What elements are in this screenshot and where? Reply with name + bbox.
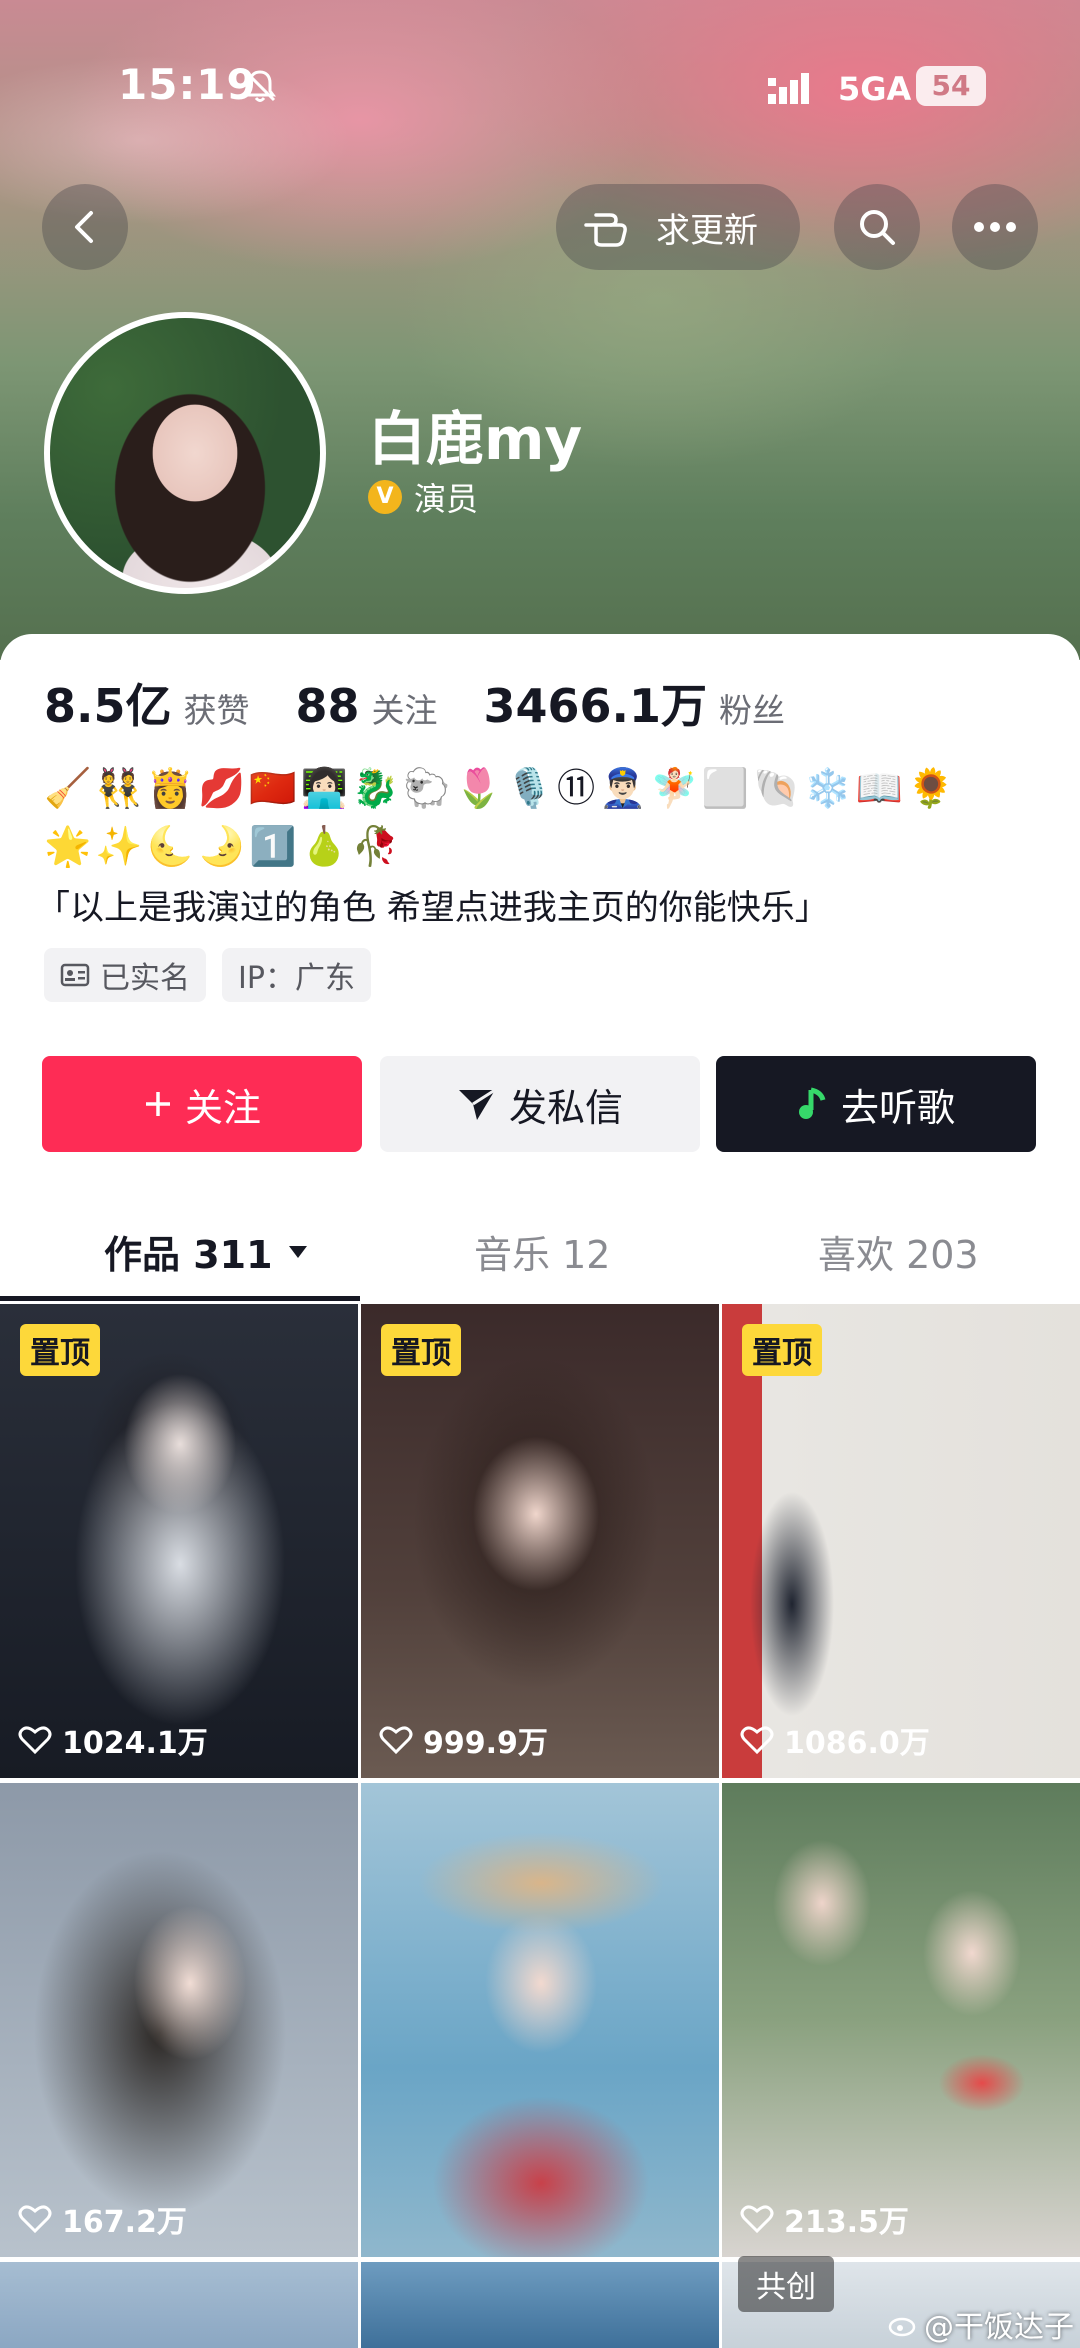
tab-works[interactable]: 作品 311	[104, 1224, 309, 1279]
listen-music-button[interactable]: 去听歌	[716, 1056, 1036, 1152]
message-button[interactable]: 发私信	[380, 1056, 700, 1152]
like-count: 1086.0万	[740, 1718, 930, 1762]
search-icon	[860, 210, 895, 245]
heart-icon	[18, 1726, 52, 1755]
tag-label: IP：广东	[238, 961, 355, 996]
video-tile[interactable]	[361, 1783, 719, 2257]
caret-down-icon	[288, 1245, 307, 1258]
stat-following[interactable]: 88 关注	[296, 679, 438, 733]
signal-icon	[768, 73, 809, 104]
like-count-value: 999.9万	[423, 1726, 548, 1761]
request-update-label: 求更新	[656, 210, 758, 251]
more-button[interactable]	[952, 184, 1038, 270]
bio-emoji-line: 🧹👯👸💋🇨🇳👩🏻‍💻🐉🐑🌷🎙️⑪👮🏻‍♂️🧚🏻⬜🐚❄️📖🌻	[44, 766, 959, 810]
music-note-icon	[798, 1087, 826, 1119]
like-count-value: 1024.1万	[62, 1726, 208, 1761]
verification-label: 演员	[414, 480, 479, 518]
active-tab-indicator	[0, 1296, 360, 1301]
chevron-left-icon	[75, 211, 93, 243]
heart-icon	[740, 2205, 774, 2234]
stat-likes[interactable]: 8.5亿 获赞	[44, 670, 250, 736]
stats-row: 8.5亿 获赞 88 关注 3466.1万 粉丝	[44, 670, 831, 736]
video-tile[interactable]: 置顶 1024.1万	[0, 1304, 358, 1778]
message-label: 发私信	[508, 1085, 623, 1130]
video-tile[interactable]: 167.2万	[0, 1783, 358, 2257]
tag-label: 已实名	[100, 961, 190, 996]
battery-indicator: 54	[916, 66, 986, 106]
bell-muted-icon	[244, 70, 276, 102]
weibo-logo-icon	[888, 2317, 916, 2337]
watermark-text: @干饭达子	[924, 2310, 1074, 2345]
verification-row: V 演员	[368, 474, 478, 520]
heart-icon	[740, 1726, 774, 1755]
listen-label: 去听歌	[840, 1085, 955, 1130]
tab-label: 作品 311	[104, 1233, 273, 1277]
like-count: 167.2万	[18, 2197, 187, 2241]
video-tile[interactable]	[0, 2262, 358, 2348]
profile-tags: 已实名 IP：广东	[44, 948, 371, 1002]
status-time: 15:19	[118, 60, 257, 109]
avatar[interactable]	[44, 312, 326, 594]
request-update-button[interactable]: 求更新	[556, 184, 800, 270]
watermark: @干饭达子	[888, 2302, 1074, 2346]
pinned-badge: 置顶	[742, 1324, 822, 1376]
search-button[interactable]	[834, 184, 920, 270]
back-button[interactable]	[42, 184, 128, 270]
stat-value: 8.5亿	[44, 679, 172, 733]
display-name: 白鹿my	[368, 405, 583, 473]
like-count-value: 213.5万	[784, 2205, 909, 2240]
hand-point-icon	[584, 213, 627, 247]
heart-icon	[379, 1726, 413, 1755]
send-icon	[458, 1088, 496, 1120]
like-count: 1024.1万	[18, 1718, 208, 1762]
stat-value: 88	[295, 679, 360, 733]
stat-label: 关注	[371, 691, 438, 730]
tab-music[interactable]: 音乐 12	[474, 1224, 610, 1279]
stat-value: 3466.1万	[483, 679, 708, 733]
like-count-value: 1086.0万	[784, 1726, 930, 1761]
follow-button[interactable]: 关注	[42, 1056, 362, 1152]
video-tile[interactable]: 置顶 999.9万	[361, 1304, 719, 1778]
bio-text: 「以上是我演过的角色 希望点进我主页的你能快乐」	[36, 888, 829, 928]
plus-icon	[145, 1092, 170, 1116]
more-dots-icon	[974, 222, 1016, 232]
co-create-badge: 共创	[738, 2256, 834, 2312]
network-type: 5GA	[838, 70, 912, 108]
stat-label: 粉丝	[719, 691, 786, 730]
content-tabs: 作品 311 音乐 12 喜欢 203	[0, 1200, 1080, 1300]
like-count: 213.5万	[740, 2197, 909, 2241]
bio-emoji-line: 🌟✨🌜🌛1️⃣🍐🥀	[44, 824, 404, 868]
stat-label: 获赞	[183, 691, 250, 730]
video-tile[interactable]: 置顶 1086.0万	[722, 1304, 1080, 1778]
tag-real-name[interactable]: 已实名	[44, 948, 206, 1002]
id-card-icon	[60, 963, 90, 987]
tab-likes[interactable]: 喜欢 203	[818, 1224, 979, 1279]
video-tile[interactable]	[361, 2262, 719, 2348]
like-count: 999.9万	[379, 1718, 548, 1762]
stat-followers[interactable]: 3466.1万 粉丝	[484, 670, 786, 736]
pinned-badge: 置顶	[381, 1324, 461, 1376]
verified-badge-icon: V	[368, 480, 402, 514]
like-count-value: 167.2万	[62, 2205, 187, 2240]
follow-label: 关注	[184, 1085, 261, 1130]
tag-ip-location: IP：广东	[222, 948, 371, 1002]
video-tile[interactable]: 213.5万	[722, 1783, 1080, 2257]
heart-icon	[18, 2205, 52, 2234]
pinned-badge: 置顶	[20, 1324, 100, 1376]
